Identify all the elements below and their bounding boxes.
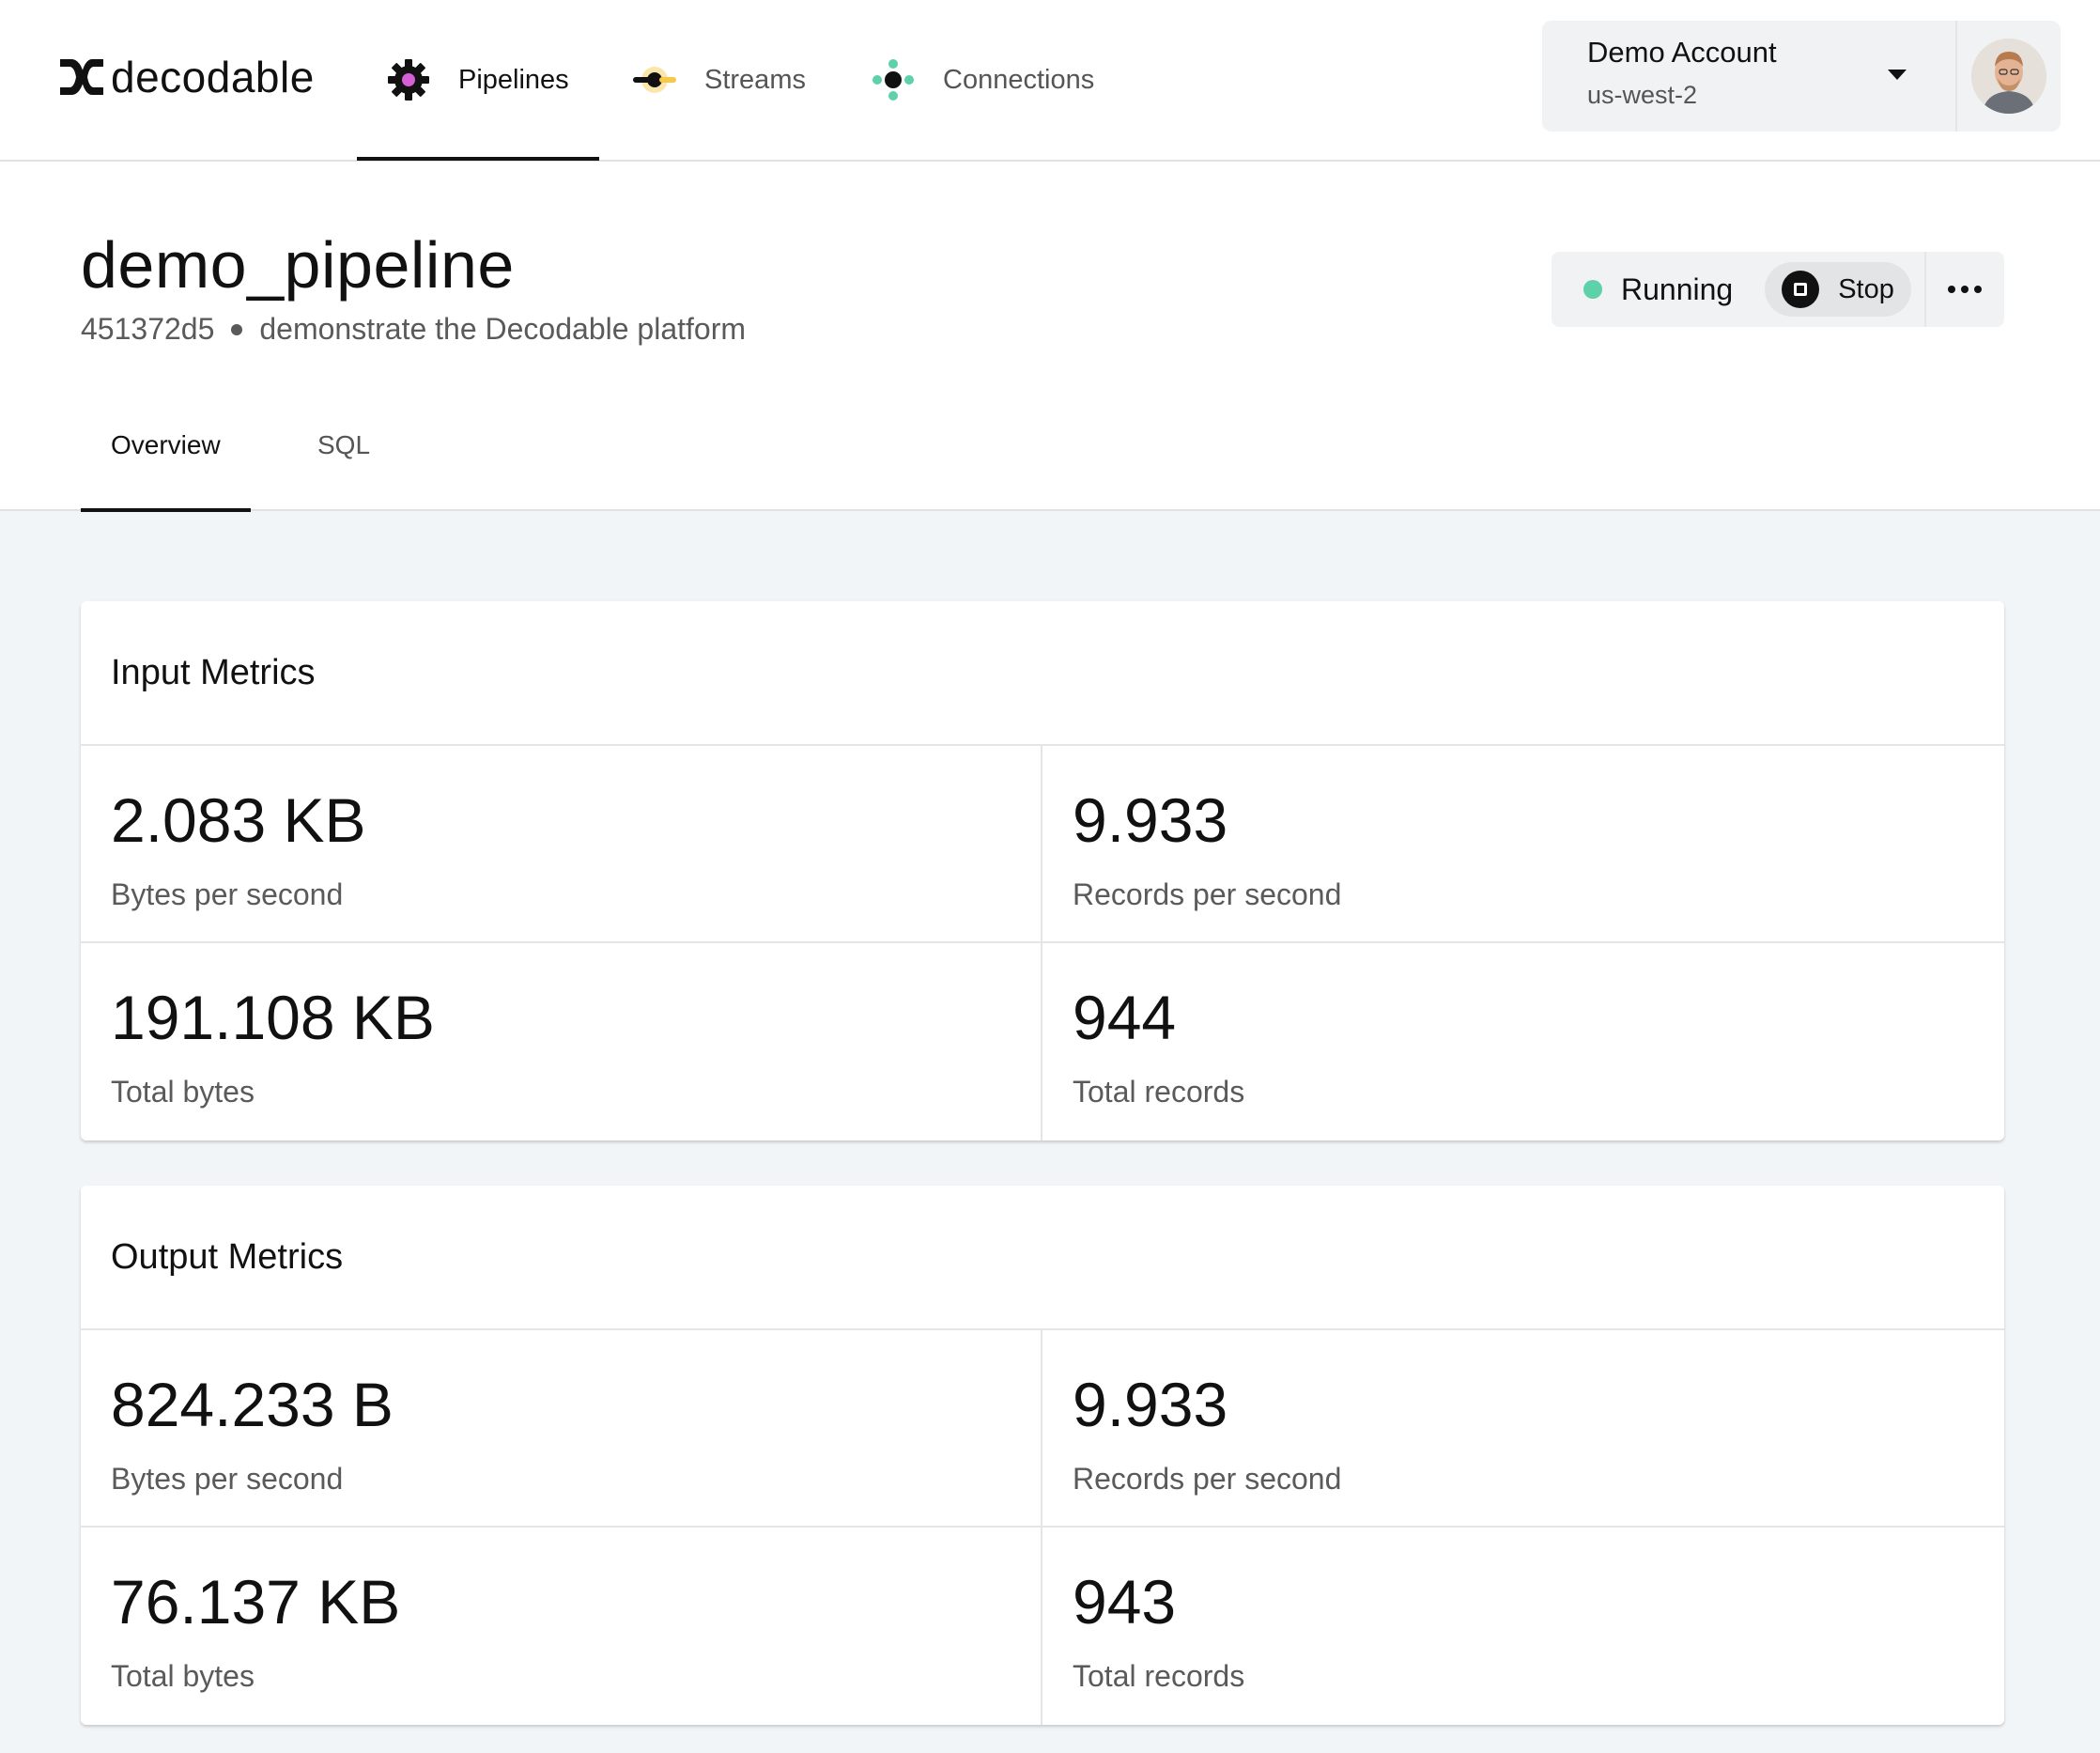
metric-label: Records per second (1073, 877, 1342, 911)
output-total-records: 943 Total records (1042, 1528, 2004, 1725)
metric-label: Total bytes (111, 1659, 255, 1693)
metric-label: Records per second (1073, 1462, 1342, 1496)
account-switcher: Demo Account us-west-2 (1542, 21, 2061, 132)
metric-value: 191.108 KB (111, 983, 435, 1052)
nav-label-streams: Streams (704, 64, 806, 95)
brand-name: decodable (111, 53, 315, 101)
account-region: us-west-2 (1587, 81, 1698, 109)
decodable-logo[interactable]: decodable (58, 49, 315, 105)
metric-value: 944 (1073, 983, 1177, 1052)
output-metrics-title: Output Metrics (81, 1186, 2004, 1330)
input-metrics-title: Input Metrics (81, 601, 2004, 746)
metric-value: 9.933 (1073, 1370, 1228, 1439)
output-metrics-card: Output Metrics 824.233 B Bytes per secon… (81, 1186, 2004, 1725)
output-total-bytes: 76.137 KB Total bytes (81, 1528, 1042, 1725)
metric-value: 2.083 KB (111, 785, 366, 855)
input-metrics-grid: 2.083 KB Bytes per second 9.933 Records … (81, 746, 2004, 1140)
output-bytes-per-second: 824.233 B Bytes per second (81, 1330, 1042, 1528)
gear-icon (388, 59, 429, 101)
more-dot-icon (1948, 286, 1956, 293)
stop-icon (1782, 271, 1820, 308)
metric-value: 76.137 KB (111, 1567, 401, 1637)
metric-label: Total bytes (111, 1075, 255, 1109)
more-dot-icon (1974, 286, 1983, 293)
pipeline-description: demonstrate the Decodable platform (259, 312, 746, 346)
input-metrics-card: Input Metrics 2.083 KB Bytes per second … (81, 601, 2004, 1140)
stop-button-label: Stop (1838, 273, 1894, 304)
pipeline-status-controls: Running Stop (1552, 252, 2004, 327)
metric-value: 9.933 (1073, 785, 1228, 855)
separator-dot (231, 323, 243, 335)
input-total-bytes: 191.108 KB Total bytes (81, 943, 1042, 1140)
tab-overview-label: Overview (111, 430, 221, 459)
page-title: demo_pipeline (81, 228, 515, 302)
metric-value: 943 (1073, 1567, 1177, 1637)
nav-pipelines[interactable]: Pipelines (357, 0, 599, 161)
nav-connections[interactable]: Connections (870, 0, 1094, 160)
connections-icon (872, 59, 914, 101)
input-total-records: 944 Total records (1042, 943, 2004, 1140)
tab-sql-label: SQL (317, 430, 371, 459)
tab-overview[interactable]: Overview (81, 430, 251, 512)
top-navigation-bar: decodable Pipelines Streams Connections … (0, 0, 2100, 162)
input-records-per-second: 9.933 Records per second (1042, 746, 2004, 943)
stream-icon (633, 67, 676, 93)
pipeline-subtitle: 451372d5 demonstrate the Decodable platf… (81, 312, 746, 347)
output-metrics-grid: 824.233 B Bytes per second 9.933 Records… (81, 1330, 2004, 1725)
chevron-down-icon (1888, 70, 1907, 80)
status-badge: Running (1621, 271, 1734, 306)
status-indicator-icon (1583, 280, 1602, 299)
more-options-button[interactable] (1926, 252, 2004, 327)
user-avatar-icon (1971, 39, 2046, 114)
nav-streams[interactable]: Streams (631, 0, 806, 160)
avatar-container (1957, 21, 2061, 132)
stop-button[interactable]: Stop (1765, 262, 1911, 317)
metric-label: Bytes per second (111, 1462, 344, 1496)
metric-label: Bytes per second (111, 877, 344, 911)
nav-label-pipelines: Pipelines (458, 64, 569, 95)
nav-label-connections: Connections (943, 64, 1095, 95)
account-name: Demo Account (1587, 36, 1777, 69)
more-dot-icon (1961, 286, 1969, 293)
pipeline-header: demo_pipeline 451372d5 demonstrate the D… (0, 162, 2100, 512)
avatar[interactable] (1971, 39, 2046, 114)
metric-label: Total records (1073, 1075, 1245, 1109)
pipeline-id: 451372d5 (81, 312, 215, 346)
decodable-logo-icon (60, 59, 103, 95)
metric-label: Total records (1073, 1659, 1245, 1693)
account-dropdown[interactable]: Demo Account us-west-2 (1542, 21, 1955, 132)
metric-value: 824.233 B (111, 1370, 394, 1439)
input-bytes-per-second: 2.083 KB Bytes per second (81, 746, 1042, 943)
tab-sql[interactable]: SQL (317, 430, 370, 511)
output-records-per-second: 9.933 Records per second (1042, 1330, 2004, 1528)
